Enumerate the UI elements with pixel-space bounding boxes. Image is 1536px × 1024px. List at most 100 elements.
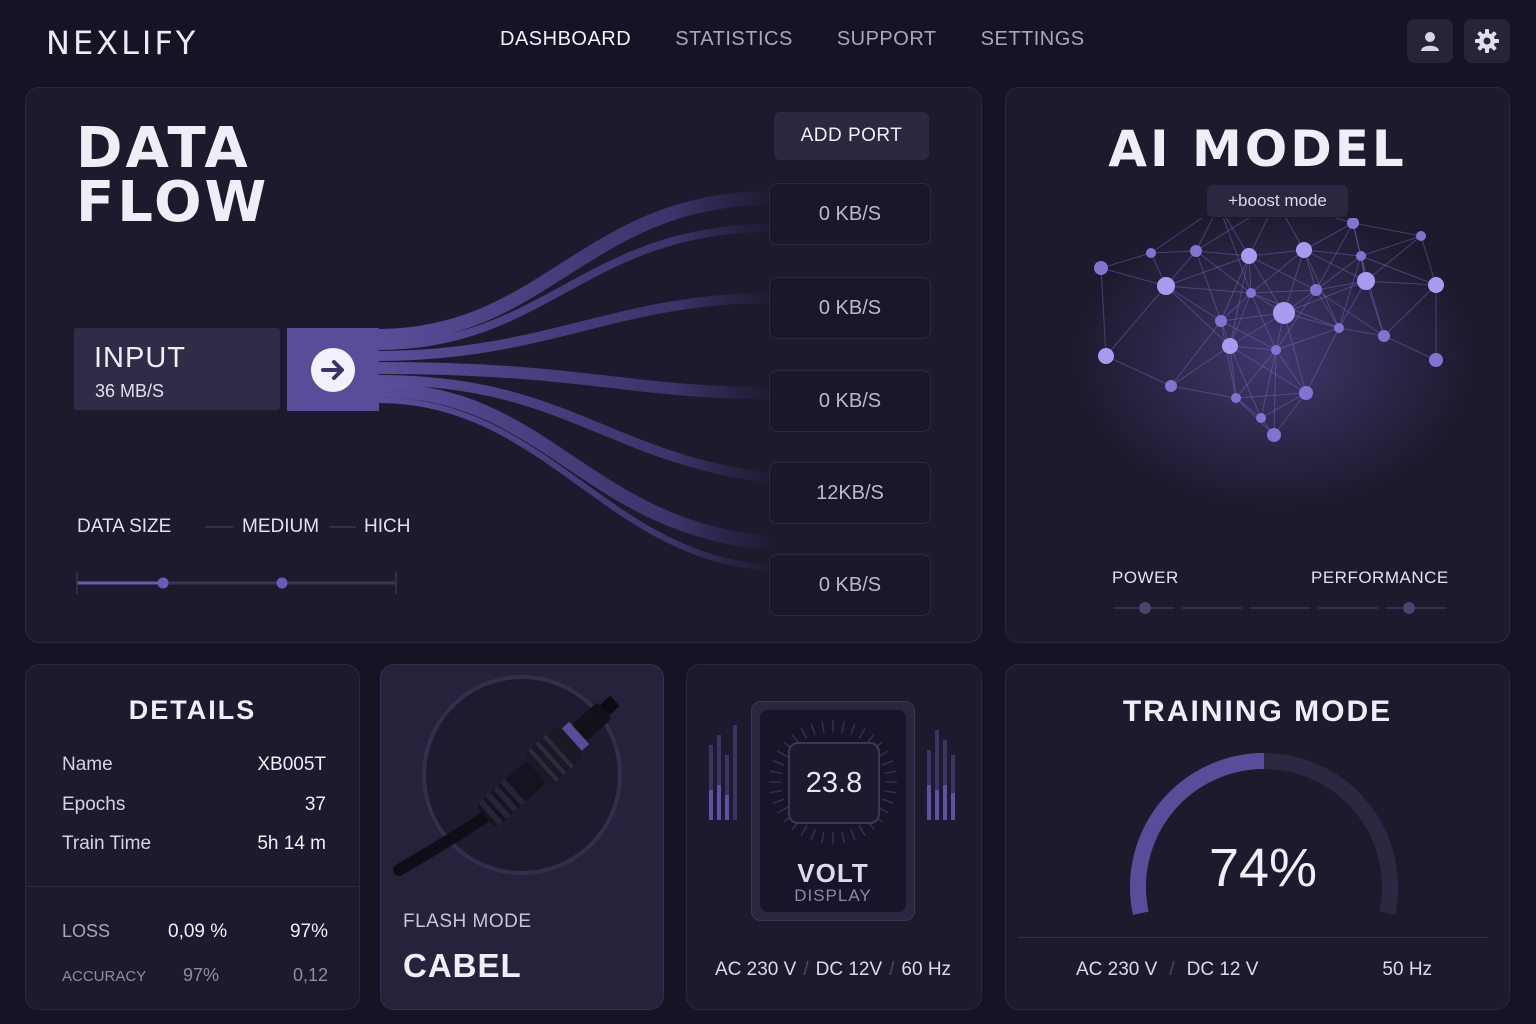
input-go-button[interactable] (287, 328, 379, 411)
volt-sublabel: DISPLAY (794, 886, 872, 905)
volt-ray (850, 828, 856, 841)
data-size-handle[interactable] (157, 577, 169, 589)
training-progress-ring (1130, 753, 1398, 915)
training-footer: AC 230 V / DC 12 V 50 Hz (1076, 959, 1432, 981)
data-flow-title: DATA FLOW (76, 116, 376, 235)
power-label: POWER (1112, 568, 1179, 587)
volt-value: 23.8 (788, 742, 880, 824)
performance-label: PERFORMANCE (1311, 568, 1449, 587)
dc-voltage: DC 12 V (1186, 959, 1259, 980)
power-handle[interactable] (1139, 602, 1151, 614)
volt-ray (858, 727, 866, 740)
detail-label: Train Time (62, 833, 152, 854)
input-label: INPUT (94, 342, 186, 374)
cable-panel[interactable]: FLASH MODE CABEL (380, 664, 664, 1010)
volt-ray (810, 723, 816, 736)
performance-handle[interactable] (1403, 602, 1415, 614)
volt-ray (850, 723, 856, 736)
dc-voltage: DC 12V (815, 959, 883, 980)
port-4[interactable]: 12KB/S (769, 462, 931, 524)
volt-ray (881, 760, 894, 766)
volt-ray (777, 806, 789, 814)
nav-statistics[interactable]: STATISTICS (675, 28, 793, 51)
volt-footer: AC 230 V / DC 12V / 60 Hz (715, 959, 951, 981)
network-node (1215, 315, 1227, 327)
separator: / (803, 959, 809, 980)
network-node (1157, 277, 1175, 295)
volt-ray (881, 798, 894, 804)
metric-label: LOSS (62, 921, 111, 941)
metric-value-2: 0,12 (292, 965, 328, 985)
input-box: INPUT 36 MB/S (74, 328, 280, 410)
network-node (1310, 284, 1322, 296)
volt-ray (884, 789, 897, 794)
data-size-slider[interactable] (26, 508, 446, 608)
nav-support[interactable]: SUPPORT (837, 28, 937, 51)
detail-row-name: Name XB005T (62, 754, 326, 776)
network-node (1190, 245, 1202, 257)
network-node (1416, 231, 1426, 241)
title-line-2: FLOW (76, 170, 270, 235)
volt-screen: 23.8 VOLT DISPLAY (760, 710, 906, 912)
network-node (1094, 261, 1108, 275)
network-node (1356, 251, 1366, 261)
flash-mode-label: FLASH MODE (403, 911, 532, 932)
port-3[interactable]: 0 KB/S (769, 370, 931, 432)
port-1[interactable]: 0 KB/S (769, 183, 931, 245)
nav-settings[interactable]: SETTINGS (981, 28, 1085, 51)
volt-ray (800, 727, 808, 740)
network-node (1246, 288, 1256, 298)
user-button[interactable] (1407, 19, 1453, 63)
data-flow-panel: DATA FLOW ADD PORT 0 KB/S 0 KB/S 0 KB/S … (25, 87, 982, 643)
cable-name: CABEL (403, 947, 522, 984)
network-node (1271, 345, 1281, 355)
ac-voltage: AC 230 V (1076, 959, 1158, 980)
title-line-1: DATA (76, 116, 251, 181)
port-5[interactable]: 0 KB/S (769, 554, 931, 616)
separator: / (1169, 959, 1175, 980)
network-node (1273, 302, 1295, 324)
volt-ray (769, 770, 782, 775)
volt-ray (884, 770, 897, 775)
metric-row-accuracy: ACCURACY 97% 0,12 (62, 965, 328, 986)
top-header: NEXLIFY DASHBOARD STATISTICS SUPPORT SET… (0, 0, 1536, 84)
volt-ray (800, 824, 808, 837)
network-node (1231, 393, 1241, 403)
data-size-marker (276, 577, 288, 589)
network-node (1357, 272, 1375, 290)
detail-row-epochs: Epochs 37 (62, 794, 326, 816)
metric-value-1: 0,09 % (168, 921, 228, 942)
details-title: DETAILS (128, 695, 257, 725)
add-port-button[interactable]: ADD PORT (774, 112, 929, 160)
input-rate: 36 MB/S (95, 381, 165, 401)
network-node (1222, 338, 1238, 354)
metric-value-2: 97% (289, 921, 328, 942)
gear-icon (1475, 29, 1499, 53)
app-logo: NEXLIFY (46, 24, 199, 62)
network-node (1146, 248, 1156, 258)
network-node (1256, 413, 1266, 423)
network-node (1241, 248, 1257, 264)
details-panel: DETAILS Name XB005T Epochs 37 Train Time… (25, 664, 360, 1010)
network-node (1299, 386, 1313, 400)
volt-ray (772, 798, 785, 804)
volt-ray (810, 828, 816, 841)
nav-dashboard[interactable]: DASHBOARD (500, 28, 631, 51)
network-node (1429, 353, 1443, 367)
volt-ray (777, 750, 789, 758)
port-2[interactable]: 0 KB/S (769, 277, 931, 339)
neural-network-graphic (1074, 218, 1474, 508)
detail-row-train-time: Train Time 5h 14 m (62, 833, 326, 855)
network-node (1098, 348, 1114, 364)
volt-ray (841, 720, 845, 733)
volt-ray (841, 831, 845, 844)
metric-value-1: 97% (183, 965, 220, 985)
detail-label: Epochs (62, 794, 126, 815)
power-performance-slider[interactable] (1006, 593, 1511, 623)
detail-value: 37 (304, 794, 326, 815)
frequency: 50 Hz (1382, 959, 1433, 980)
boost-mode-button[interactable]: +boost mode (1207, 185, 1348, 217)
detail-value: XB005T (257, 754, 326, 775)
settings-button[interactable] (1464, 19, 1510, 63)
details-divider (26, 886, 359, 887)
